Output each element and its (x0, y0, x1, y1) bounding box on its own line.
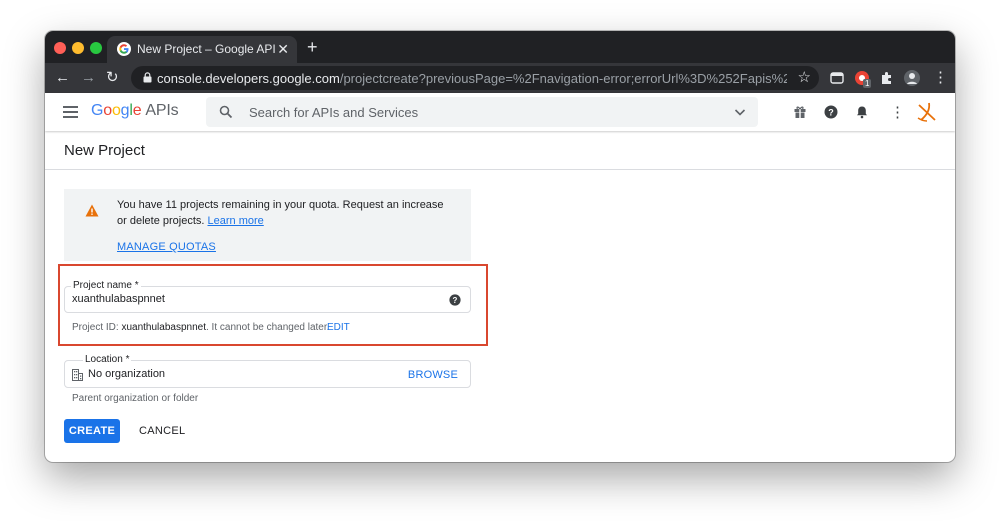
create-button[interactable]: CREATE (64, 419, 120, 443)
api-search-input[interactable]: Search for APIs and Services (206, 97, 758, 127)
account-avatar-icon[interactable] (916, 100, 938, 124)
chevron-down-icon[interactable] (734, 106, 746, 118)
tab-strip: New Project – Google API Con ✕ + (45, 31, 955, 63)
search-icon (219, 105, 233, 119)
quota-message: You have 11 projects remaining in your q… (117, 197, 447, 229)
app-header: Google APIs Search for APIs and Services … (45, 93, 955, 131)
organization-building-icon (72, 369, 83, 381)
extensions-puzzle-icon[interactable] (879, 70, 895, 86)
question-help-icon[interactable]: ? (449, 294, 461, 306)
project-name-field[interactable]: Project name * xuanthulabaspnnet ? (64, 280, 471, 313)
reload-icon[interactable]: ↻ (106, 69, 119, 87)
location-value: No organization (88, 368, 166, 380)
notifications-bell-icon[interactable] (855, 105, 869, 119)
minimize-window-button[interactable] (72, 42, 84, 54)
title-divider (45, 169, 955, 170)
url-text: console.developers.google.com/projectcre… (157, 71, 787, 86)
browse-button[interactable]: BROWSE (408, 369, 458, 381)
url-host: console.developers.google.com (157, 71, 340, 86)
logo-apis-text: APIs (145, 102, 179, 119)
browser-window: New Project – Google API Con ✕ + ← → ↻ c… (45, 31, 955, 462)
close-window-button[interactable] (54, 42, 66, 54)
forward-arrow-icon[interactable]: → (81, 69, 96, 87)
extension-badge-count: 1 (863, 79, 872, 88)
quota-warning-box: You have 11 projects remaining in your q… (64, 189, 471, 261)
tab-title: New Project – Google API Con (137, 42, 277, 56)
svg-text:?: ? (828, 107, 834, 117)
location-helper-text: Parent organization or folder (72, 393, 199, 404)
help-icon[interactable]: ? (824, 105, 838, 119)
tab-close-icon[interactable]: ✕ (277, 36, 289, 63)
google-apis-logo[interactable]: Google APIs (91, 102, 179, 120)
warning-icon (85, 204, 99, 217)
gift-icon[interactable] (793, 105, 807, 119)
cancel-button[interactable]: CANCEL (139, 425, 185, 437)
project-id-value: xuanthulabaspnnet (121, 322, 206, 333)
edit-project-id-button[interactable]: EDIT (327, 322, 350, 333)
maximize-window-button[interactable] (90, 42, 102, 54)
project-name-value: xuanthulabaspnnet (72, 293, 165, 305)
lock-icon (143, 72, 152, 83)
new-tab-button[interactable]: + (307, 37, 318, 57)
profile-avatar-icon[interactable] (904, 70, 920, 86)
search-placeholder: Search for APIs and Services (249, 105, 419, 120)
page-title: New Project (64, 142, 145, 159)
project-id-text: Project ID: xuanthulabaspnnet. It cannot… (72, 322, 330, 333)
bookmark-star-icon[interactable]: ☆ (798, 68, 811, 86)
location-field[interactable]: Location * No organization BROWSE (64, 354, 471, 388)
browser-menu-icon[interactable]: ⋮ (933, 69, 948, 87)
back-arrow-icon[interactable]: ← (55, 69, 70, 87)
learn-more-link[interactable]: Learn more (208, 215, 264, 227)
url-path: /projectcreate?previousPage=%2Fnavigatio… (339, 71, 787, 86)
svg-text:?: ? (453, 296, 458, 305)
main-menu-icon[interactable] (63, 106, 78, 118)
project-name-label: Project name * (71, 280, 141, 291)
quota-message-text: You have 11 projects remaining in your q… (117, 199, 444, 227)
location-label: Location * (83, 354, 132, 365)
address-bar[interactable]: console.developers.google.com/projectcre… (131, 66, 819, 90)
tab-search-icon[interactable] (829, 70, 845, 86)
more-options-icon[interactable]: ⋮ (890, 103, 905, 121)
browser-tab[interactable]: New Project – Google API Con ✕ (107, 36, 297, 63)
browser-toolbar: ← → ↻ console.developers.google.com/proj… (45, 63, 955, 93)
google-favicon-icon (117, 42, 131, 56)
manage-quotas-link[interactable]: MANAGE QUOTAS (117, 241, 216, 253)
